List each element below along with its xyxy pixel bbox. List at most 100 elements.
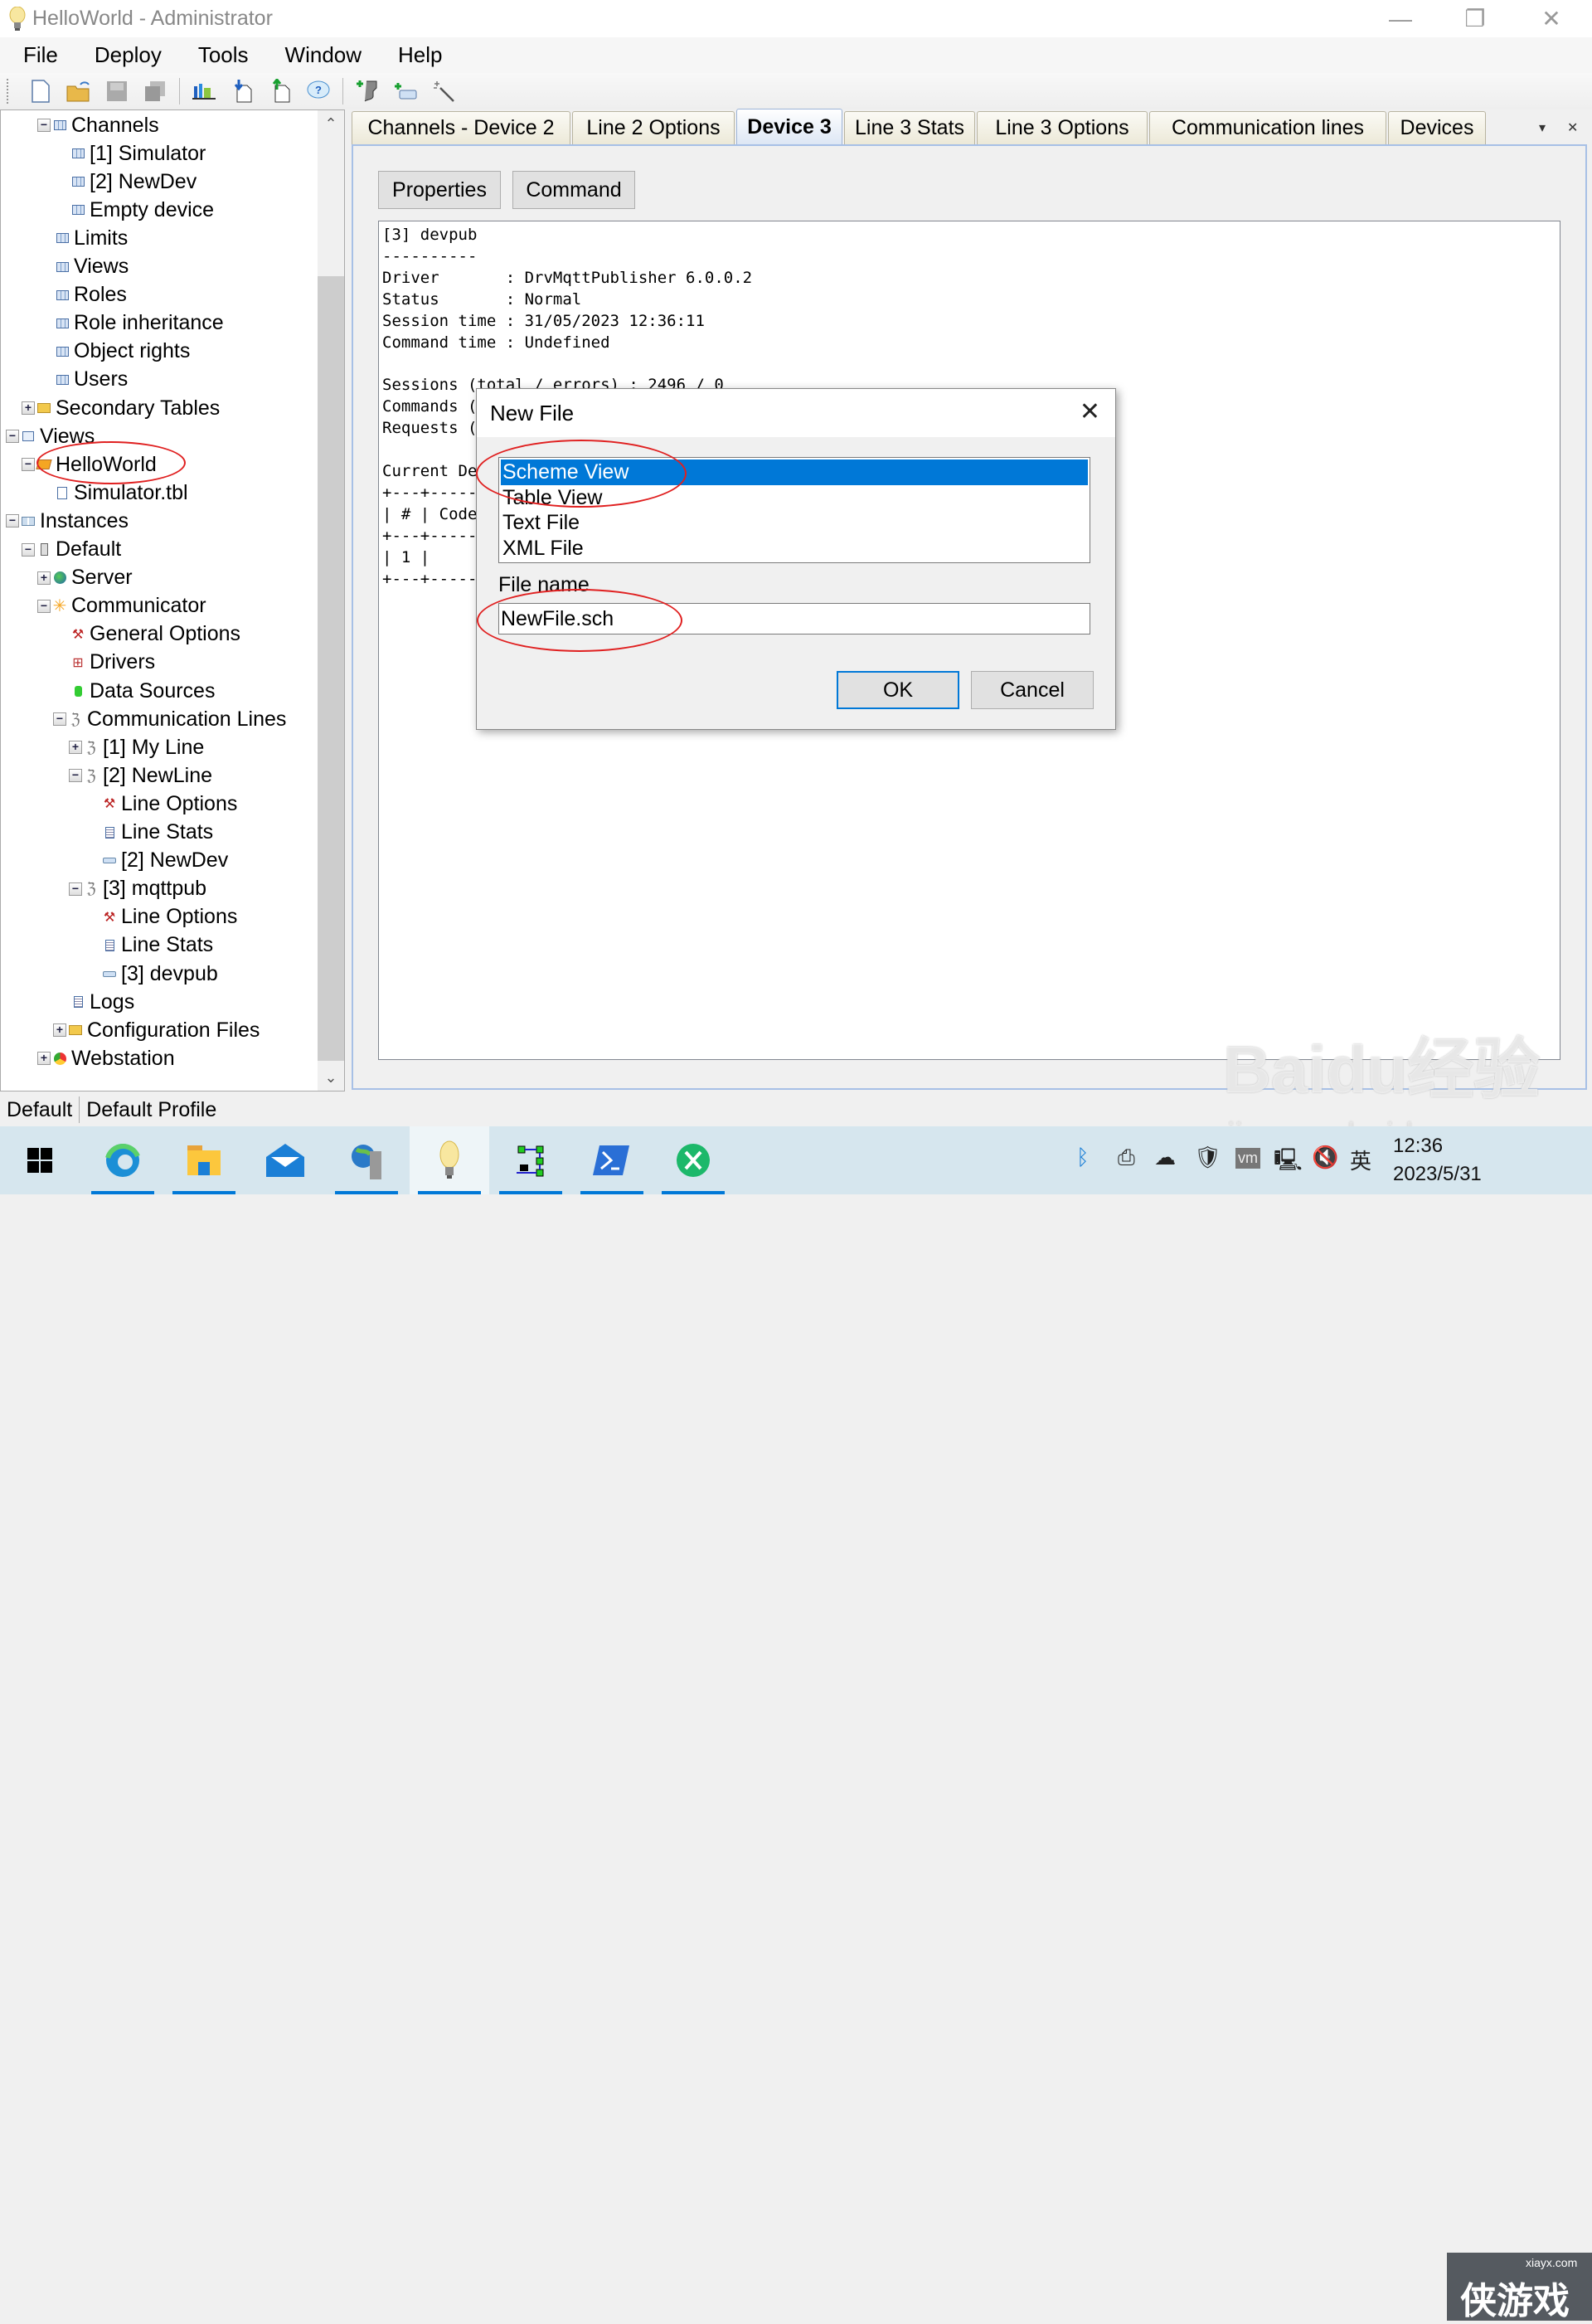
file-type-option-xml-file[interactable]: XML File: [501, 536, 1088, 562]
save-all-button[interactable]: [142, 78, 168, 105]
tree-item[interactable]: + Configuration Files: [53, 1016, 260, 1044]
taskbar-scheme-editor[interactable]: [491, 1126, 570, 1194]
collapse-icon[interactable]: −: [6, 514, 19, 528]
open-file-button[interactable]: [66, 78, 92, 105]
tab-line-3-options[interactable]: Line 3 Options: [977, 111, 1148, 144]
network-icon[interactable]: 🖳: [1274, 1145, 1303, 1181]
tree-item[interactable]: Views: [56, 253, 129, 281]
tree-item[interactable]: [1] Simulator: [71, 139, 206, 168]
taskbar-edge[interactable]: [83, 1126, 163, 1194]
tree-item[interactable]: [2] NewDev: [71, 168, 197, 196]
tree-item[interactable]: − ℨ [3] mqttpub: [69, 875, 206, 903]
taskbar-administrator[interactable]: [410, 1126, 489, 1194]
expand-icon[interactable]: +: [69, 741, 82, 755]
file-type-option-table-view[interactable]: Table View: [501, 485, 1088, 511]
taskbar-mail[interactable]: [245, 1126, 325, 1194]
onedrive-icon[interactable]: ☁: [1154, 1145, 1176, 1170]
file-type-list[interactable]: Scheme View Table View Text File XML Fil…: [498, 457, 1090, 563]
tree-item[interactable]: − ℨ [2] NewLine: [69, 761, 212, 790]
tree-item[interactable]: Line Stats: [103, 819, 213, 847]
file-type-option-text-file[interactable]: Text File: [501, 510, 1088, 536]
tree-item[interactable]: Object rights: [56, 338, 190, 366]
scroll-down-icon[interactable]: ⌄: [318, 1064, 344, 1091]
tree-item[interactable]: + Server: [37, 564, 133, 592]
tree-item[interactable]: − HelloWorld: [22, 450, 157, 479]
bluetooth-icon[interactable]: ᛒ: [1076, 1145, 1090, 1170]
taskbar-remote-app[interactable]: [653, 1126, 733, 1194]
clock-date[interactable]: 2023/5/31: [1393, 1163, 1482, 1186]
cancel-button[interactable]: Cancel: [971, 671, 1094, 709]
scrollbar-thumb[interactable]: [318, 276, 344, 1061]
export-button[interactable]: [267, 78, 294, 105]
tab-channels-device-2[interactable]: Channels - Device 2: [352, 111, 570, 144]
dialog-close-icon[interactable]: ✕: [1080, 397, 1100, 426]
usb-icon[interactable]: ⎙: [1118, 1145, 1135, 1171]
menu-deploy[interactable]: Deploy: [95, 42, 162, 68]
minimize-button[interactable]: —: [1363, 0, 1438, 37]
add-device-button[interactable]: [392, 78, 419, 105]
restore-button[interactable]: ❐: [1438, 0, 1512, 37]
tree-item[interactable]: + Secondary Tables: [22, 394, 220, 422]
tab-device-3[interactable]: Device 3: [736, 109, 842, 145]
taskbar-powershell[interactable]: [572, 1126, 652, 1194]
add-line-button[interactable]: [354, 78, 381, 105]
start-button[interactable]: [0, 1126, 80, 1194]
taskbar-file-explorer[interactable]: [164, 1126, 244, 1194]
chart-button[interactable]: [191, 78, 217, 105]
tree-item[interactable]: ⚒ Line Options: [103, 903, 238, 931]
tree-scrollbar[interactable]: ⌃ ⌄: [318, 110, 344, 1091]
tree-item[interactable]: ⚒ General Options: [71, 620, 240, 649]
expand-icon[interactable]: +: [37, 571, 51, 585]
tree-item[interactable]: ⚒ Line Options: [103, 790, 238, 818]
tree-item[interactable]: − Instances: [6, 507, 129, 535]
expand-icon[interactable]: +: [53, 1023, 66, 1038]
tab-communication-lines[interactable]: Communication lines: [1149, 111, 1386, 144]
collapse-icon[interactable]: −: [22, 458, 35, 472]
collapse-icon[interactable]: −: [37, 599, 51, 613]
expand-icon[interactable]: +: [37, 1052, 51, 1066]
import-button[interactable]: [229, 78, 255, 105]
collapse-icon[interactable]: −: [6, 430, 19, 444]
toolbar-grip[interactable]: [7, 79, 10, 104]
defender-icon[interactable]: 🛡: [1194, 1145, 1221, 1170]
project-tree[interactable]: ⌃ ⌄ − Channels [1] Simulator [2] NewDev Empt…: [0, 109, 345, 1092]
tree-item[interactable]: − Default: [22, 536, 121, 564]
tree-item[interactable]: Role inheritance: [56, 309, 224, 338]
taskbar-network-app[interactable]: [327, 1126, 406, 1194]
tree-item[interactable]: + Webstation: [37, 1044, 175, 1072]
tree-item[interactable]: Logs: [71, 988, 134, 1016]
menu-help[interactable]: Help: [398, 42, 442, 68]
file-type-option-scheme-view[interactable]: Scheme View: [501, 459, 1088, 485]
tree-item[interactable]: [3] devpub: [103, 960, 218, 988]
volume-muted-icon[interactable]: 🔇: [1312, 1145, 1338, 1170]
ime-indicator[interactable]: 英: [1350, 1145, 1371, 1175]
save-button[interactable]: [104, 78, 130, 105]
collapse-icon[interactable]: −: [69, 769, 82, 783]
tree-item[interactable]: ⊞ Drivers: [71, 649, 155, 677]
file-name-input[interactable]: NewFile.sch: [498, 603, 1090, 634]
collapse-icon[interactable]: −: [22, 542, 35, 557]
new-file-button[interactable]: [27, 78, 54, 105]
clock-time[interactable]: 12:36: [1393, 1135, 1443, 1158]
menu-file[interactable]: File: [23, 42, 58, 68]
close-button[interactable]: ✕: [1514, 0, 1589, 37]
menu-window[interactable]: Window: [285, 42, 362, 68]
expand-icon[interactable]: +: [22, 401, 35, 415]
wizard-button[interactable]: [430, 78, 457, 105]
tree-item[interactable]: Simulator.tbl: [56, 479, 188, 507]
tree-item[interactable]: − ℨ Communication Lines: [53, 705, 286, 733]
tab-line-2-options[interactable]: Line 2 Options: [572, 111, 735, 144]
tree-item[interactable]: Line Stats: [103, 931, 213, 960]
collapse-icon[interactable]: −: [37, 119, 51, 132]
tree-item[interactable]: − ✳ Communicator: [37, 592, 206, 620]
tab-devices[interactable]: Devices: [1388, 111, 1486, 144]
scroll-up-icon[interactable]: ⌃: [318, 110, 344, 137]
tree-item[interactable]: [2] NewDev: [103, 847, 228, 875]
tree-item[interactable]: − Channels: [37, 111, 159, 139]
help-button[interactable]: ?: [305, 78, 332, 105]
tree-item[interactable]: Users: [56, 366, 128, 394]
properties-button[interactable]: Properties: [378, 171, 501, 209]
tab-list-dropdown-icon[interactable]: ▾: [1539, 119, 1546, 136]
tree-item[interactable]: Roles: [56, 281, 127, 309]
tree-item[interactable]: Data Sources: [71, 677, 215, 705]
